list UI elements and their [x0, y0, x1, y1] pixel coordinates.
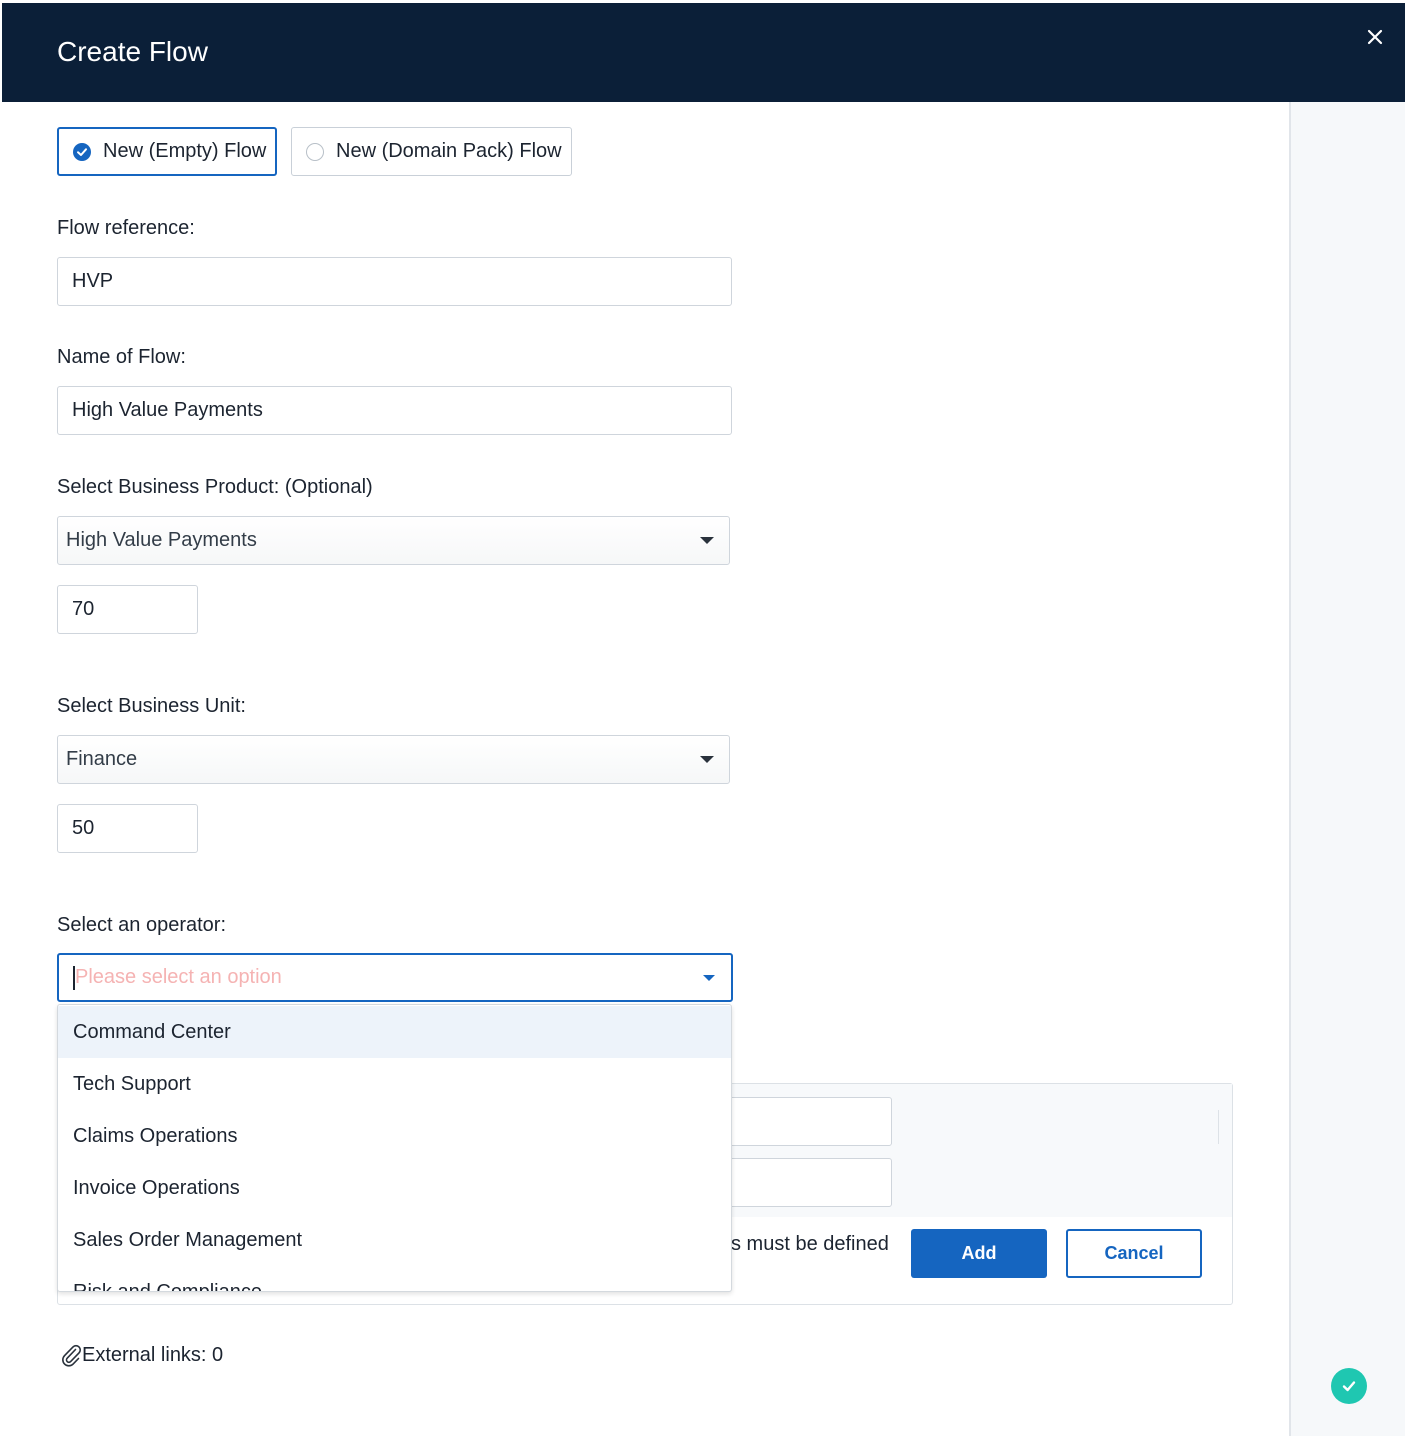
business-product-number-input[interactable]: [57, 585, 198, 634]
business-product-selected: High Value Payments: [66, 529, 257, 551]
business-unit-number-input[interactable]: [57, 804, 198, 853]
operator-option[interactable]: Command Center: [58, 1006, 731, 1058]
close-icon[interactable]: [1359, 21, 1391, 53]
external-links[interactable]: External links: 0: [60, 1343, 223, 1367]
business-unit-selected: Finance: [66, 748, 138, 770]
side-panel: [1289, 102, 1405, 1436]
operator-dropdown[interactable]: Command Center Tech Support Claims Opera…: [57, 1004, 732, 1292]
operator-label: Select an operator:: [57, 914, 226, 936]
new-empty-flow-label: New (Empty) Flow: [103, 140, 267, 162]
caret-down-icon: [703, 974, 715, 981]
radio-unchecked-icon: [306, 142, 324, 161]
external-links-count: External links: 0: [82, 1343, 224, 1366]
operator-placeholder: Please select an option: [75, 966, 282, 988]
add-button[interactable]: Add: [911, 1229, 1047, 1278]
operator-option[interactable]: Claims Operations: [58, 1110, 731, 1162]
flow-reference-input[interactable]: [57, 257, 732, 306]
operator-option[interactable]: Risk and Compliance: [58, 1266, 731, 1292]
new-domain-pack-flow-option[interactable]: New (Domain Pack) Flow: [291, 127, 572, 176]
flow-name-label: Name of Flow:: [57, 346, 186, 368]
business-product-label: Select Business Product: (Optional): [57, 476, 373, 498]
operator-select[interactable]: Please select an option: [57, 953, 733, 1002]
operator-option[interactable]: Invoice Operations: [58, 1162, 731, 1214]
dialog-title: Create Flow: [57, 36, 208, 67]
business-product-select[interactable]: High Value Payments: [57, 516, 730, 565]
new-domain-pack-flow-label: New (Domain Pack) Flow: [336, 140, 562, 162]
flow-name-input[interactable]: [57, 386, 732, 435]
validation-message: s must be defined: [731, 1233, 889, 1255]
paperclip-icon: [62, 1344, 82, 1367]
operator-placeholder-wrap: Please select an option: [73, 965, 282, 990]
dialog-header: Create Flow: [2, 3, 1405, 102]
success-check-icon[interactable]: [1331, 1368, 1367, 1404]
business-unit-label: Select Business Unit:: [57, 695, 246, 717]
flow-reference-label: Flow reference:: [57, 217, 195, 239]
radio-checked-icon: [73, 142, 91, 161]
divider: [1218, 1110, 1219, 1144]
caret-down-icon: [700, 756, 714, 763]
caret-down-icon: [700, 537, 714, 544]
business-unit-select[interactable]: Finance: [57, 735, 730, 784]
new-empty-flow-option[interactable]: New (Empty) Flow: [57, 127, 277, 176]
cancel-button[interactable]: Cancel: [1066, 1229, 1202, 1278]
operator-option[interactable]: Tech Support: [58, 1058, 731, 1110]
operator-option[interactable]: Sales Order Management: [58, 1214, 731, 1266]
